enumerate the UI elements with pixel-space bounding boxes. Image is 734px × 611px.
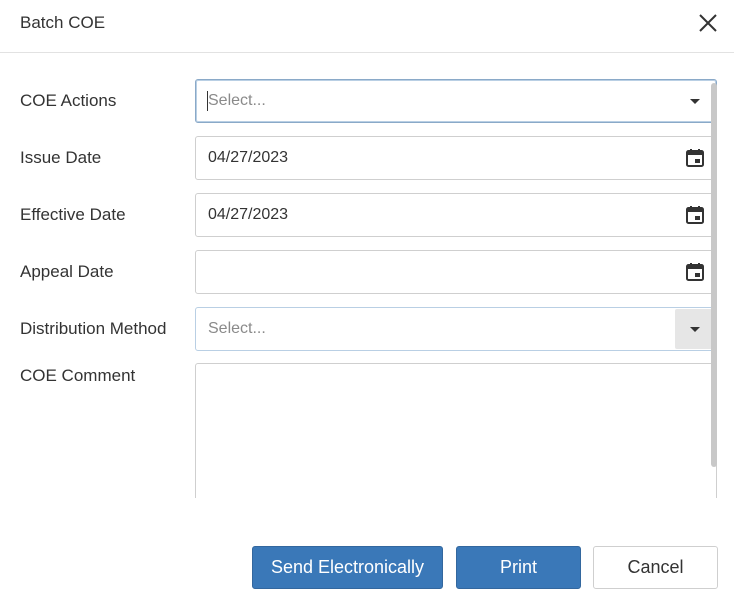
distribution-method-placeholder: Select...	[208, 320, 266, 337]
calendar-icon[interactable]	[685, 205, 705, 225]
coe-actions-select[interactable]: Select...	[195, 79, 717, 123]
dialog-title: Batch COE	[20, 13, 106, 32]
cancel-button[interactable]: Cancel	[593, 546, 718, 589]
effective-date-input[interactable]: 04/27/2023	[195, 193, 717, 237]
effective-date-value: 04/27/2023	[208, 206, 289, 223]
calendar-icon[interactable]	[685, 148, 705, 168]
coe-comment-label: COE Comment	[20, 366, 136, 385]
distribution-method-select[interactable]: Select...	[195, 307, 717, 351]
close-icon	[699, 14, 717, 32]
issue-date-value: 04/27/2023	[208, 149, 289, 166]
appeal-date-input[interactable]	[195, 250, 717, 294]
dialog-header: Batch COE	[0, 0, 734, 53]
appeal-date-label: Appeal Date	[20, 262, 114, 281]
print-button[interactable]: Print	[456, 546, 581, 589]
chevron-down-icon	[690, 327, 700, 332]
issue-date-label: Issue Date	[20, 148, 102, 167]
issue-date-input[interactable]: 04/27/2023	[195, 136, 717, 180]
send-electronically-button[interactable]: Send Electronically	[252, 546, 443, 589]
chevron-down-icon[interactable]	[690, 99, 700, 104]
dropdown-button[interactable]	[675, 309, 715, 349]
coe-comment-textarea[interactable]	[195, 363, 717, 498]
close-button[interactable]	[696, 11, 720, 35]
distribution-method-label: Distribution Method	[20, 319, 167, 338]
effective-date-label: Effective Date	[20, 205, 126, 224]
coe-actions-placeholder: Select...	[208, 92, 266, 109]
scrollbar-thumb[interactable]	[711, 83, 717, 467]
coe-actions-label: COE Actions	[20, 91, 117, 110]
calendar-icon[interactable]	[685, 262, 705, 282]
